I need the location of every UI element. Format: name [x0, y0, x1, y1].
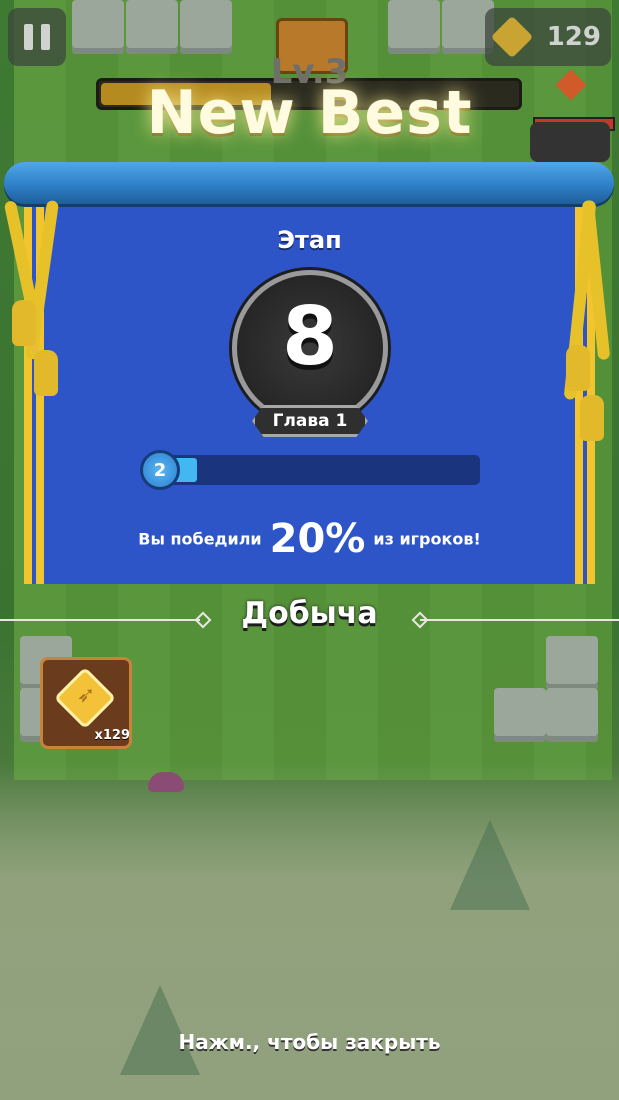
- stone-block: [546, 636, 598, 690]
- scroll-rod: [4, 162, 614, 204]
- coin-count: 129: [546, 22, 601, 52]
- player-level-badge: 2: [140, 450, 180, 490]
- stone-block: [388, 0, 440, 54]
- pause-icon: [41, 24, 50, 50]
- mushroom: [148, 772, 184, 792]
- beat-prefix: Вы победили: [138, 529, 262, 549]
- stone-block: [180, 0, 232, 54]
- stage-label: Этап: [277, 226, 342, 254]
- chapter-label: Глава 1: [272, 411, 348, 431]
- left-tassel: [12, 300, 36, 346]
- bow-icon: ➶: [76, 683, 96, 708]
- right-tassel: [566, 345, 590, 391]
- xp-progress-bar: [166, 455, 480, 485]
- percentile-text: Вы победили 20% из игроков!: [0, 516, 619, 562]
- chapter-badge: Глава 1: [252, 405, 368, 437]
- beat-percent: 20%: [269, 516, 366, 562]
- beat-suffix: из игроков!: [373, 529, 481, 549]
- stone-block: [494, 688, 546, 742]
- tree-silhouette: [450, 820, 530, 910]
- right-tassel: [580, 395, 604, 441]
- stage-number: 8: [282, 290, 338, 383]
- stone-block: [72, 0, 124, 54]
- left-tassel: [34, 350, 58, 396]
- new-best-banner: New Best: [146, 78, 473, 148]
- stone-block: [126, 0, 178, 54]
- tap-to-close-hint[interactable]: Нажм., чтобы закрыть: [0, 1030, 619, 1054]
- loot-title: Добыча: [241, 596, 378, 631]
- loot-item-count: x129: [94, 728, 130, 743]
- pause-icon: [24, 24, 33, 50]
- player-level: 2: [153, 459, 167, 481]
- stone-block: [546, 688, 598, 742]
